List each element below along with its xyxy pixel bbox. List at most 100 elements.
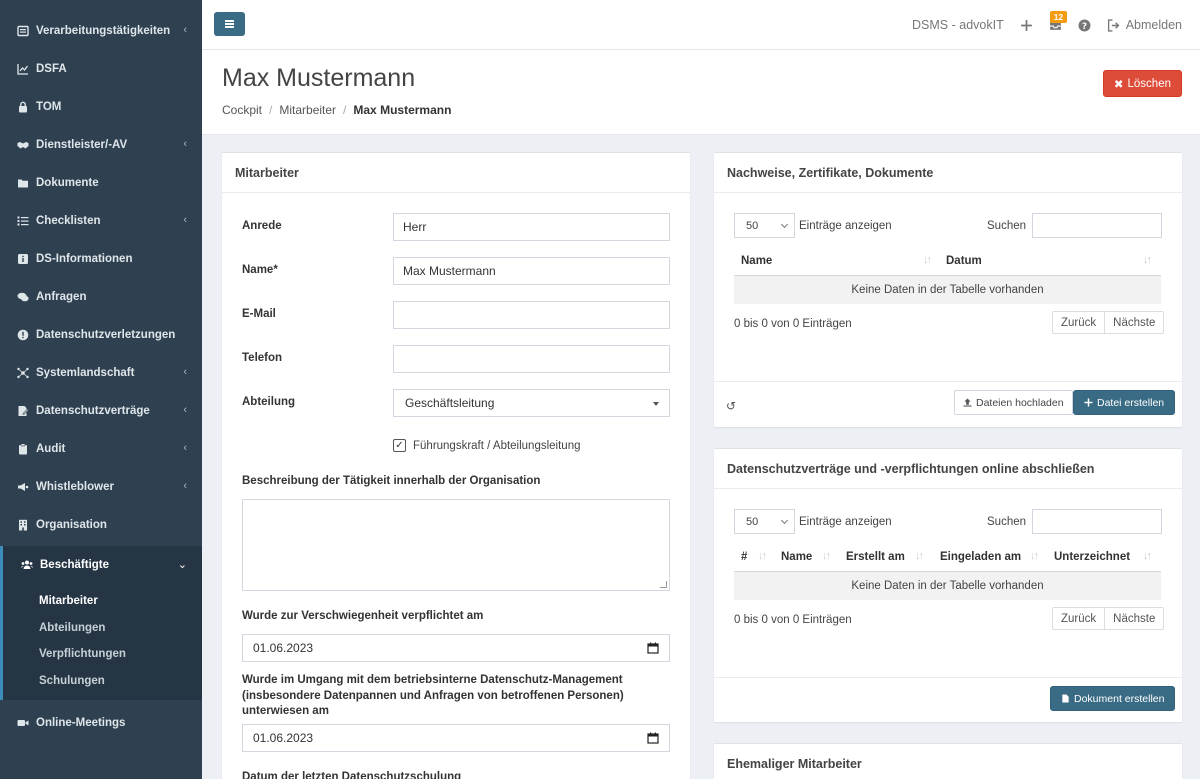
vertraege-table-header: # ↓↑ Name ↓↑ Erstellt am ↓↑ Eingeladen a…	[734, 542, 1161, 572]
nachweise-search-label: Suchen	[987, 219, 1027, 232]
employee-form-box: Mitarbeiter Anrede Herr Name* Max Muster…	[222, 152, 690, 779]
vertraege-info: 0 bis 0 von 0 Einträgen	[734, 614, 852, 626]
top-navbar-right: DSMS - advokIT 12 ? Abmelden	[912, 0, 1182, 50]
create-file-button[interactable]: Datei erstellen	[1073, 390, 1176, 415]
sidebar-subitem-abteilungen[interactable]: Abteilungen	[3, 615, 202, 642]
upload-files-button[interactable]: Dateien hochladen	[954, 390, 1073, 415]
sort-icon[interactable]: ↓↑	[1143, 550, 1152, 562]
sidebar-item-label: Checklisten	[36, 215, 101, 227]
column-header-name[interactable]: Name	[741, 255, 772, 267]
sidebar-item-tom[interactable]: TOM	[0, 88, 202, 126]
sort-icon[interactable]: ↓↑	[758, 550, 767, 562]
vertraege-length-control: 50 Einträge anzeigen	[734, 509, 892, 534]
sidebar-item-beschaeftigte[interactable]: Beschäftigte ⌄	[0, 546, 202, 584]
sidebar-item-datenschutzverletzungen[interactable]: Datenschutzverletzungen	[0, 316, 202, 354]
anrede-field[interactable]: Herr	[393, 213, 670, 241]
comments-icon	[16, 290, 30, 304]
pagination-prev-button[interactable]: Zurück	[1053, 312, 1104, 333]
unterwiesen-date-value: 01.06.2023	[253, 731, 314, 745]
sidebar-item-dsfa[interactable]: DSFA	[0, 50, 202, 88]
sidebar-item-dienstleister[interactable]: Dienstleister/-AV ‹	[0, 126, 202, 164]
sidebar-item-whistleblower[interactable]: Whistleblower ‹	[0, 468, 202, 506]
create-document-button[interactable]: Dokument erstellen	[1050, 686, 1176, 711]
org-switcher[interactable]: DSMS - advokIT	[912, 18, 1004, 32]
name-field[interactable]: Max Mustermann	[393, 257, 670, 285]
pagination-next-button[interactable]: Nächste	[1104, 608, 1163, 629]
logout-button[interactable]: Abmelden	[1107, 18, 1182, 32]
verschwiegenheit-date-field[interactable]: 01.06.2023	[242, 634, 670, 662]
question-circle-icon: ?	[1078, 19, 1091, 31]
calendar-icon[interactable]	[647, 642, 659, 654]
sidebar-item-label: Audit	[36, 443, 66, 455]
sidebar-subitem-verpflichtungen[interactable]: Verpflichtungen	[3, 641, 202, 668]
fuehrungskraft-checkbox[interactable]: ✓ Führungskraft / Abteilungsleitung	[393, 439, 581, 452]
schulung-label: Datum der letzten Datenschutzschulung	[242, 771, 462, 779]
delete-button[interactable]: ✖ Löschen	[1102, 70, 1182, 97]
vertraege-length-label: Einträge anzeigen	[799, 515, 892, 528]
column-header-erstellt[interactable]: Erstellt am	[846, 551, 905, 563]
resize-handle-icon[interactable]	[660, 581, 667, 588]
column-header-name[interactable]: Name	[781, 551, 812, 563]
list-icon	[16, 24, 30, 38]
vertraege-search: Suchen	[987, 509, 1163, 534]
users-icon	[20, 558, 34, 572]
sidebar-item-organisation[interactable]: Organisation	[0, 506, 202, 544]
chevron-down-icon: ⌄	[177, 559, 187, 571]
beschreibung-textarea[interactable]	[242, 499, 670, 591]
nachweise-search: Suchen	[987, 213, 1163, 238]
breadcrumb-item-mitarbeiter[interactable]: Mitarbeiter	[279, 103, 336, 117]
vertraege-search-label: Suchen	[987, 515, 1027, 528]
sidebar-item-anfragen[interactable]: Anfragen	[0, 278, 202, 316]
column-header-eingeladen[interactable]: Eingeladen am	[940, 551, 1021, 563]
file-icon	[1062, 694, 1069, 703]
sidebar-item-online-meetings[interactable]: Online-Meetings	[0, 704, 202, 742]
pagination-next-button[interactable]: Nächste	[1104, 312, 1163, 333]
vertraege-length-select[interactable]: 50	[734, 509, 795, 534]
column-header-number[interactable]: #	[741, 551, 747, 563]
sort-icon[interactable]: ↓↑	[822, 550, 831, 562]
abteilung-select[interactable]: Geschäftsleitung	[393, 389, 670, 417]
add-button[interactable]	[1020, 19, 1033, 32]
vertraege-title: Datenschutzverträge und -verpflichtungen…	[714, 449, 1182, 489]
unterwiesen-date-field[interactable]: 01.06.2023	[242, 724, 670, 752]
pagination-prev-button[interactable]: Zurück	[1053, 608, 1104, 629]
sidebar-item-label: Dienstleister/-AV	[36, 139, 128, 151]
history-icon[interactable]: ↺	[726, 399, 736, 413]
sort-icon[interactable]: ↓↑	[923, 254, 932, 266]
email-field[interactable]	[393, 301, 670, 329]
vertraege-search-input[interactable]	[1032, 509, 1163, 534]
nachweise-search-input[interactable]	[1032, 213, 1163, 238]
column-header-unterzeichnet[interactable]: Unterzeichnet	[1054, 551, 1130, 563]
sidebar-item-ds-informationen[interactable]: DS-Informationen	[0, 240, 202, 278]
sidebar-item-label: Dokumente	[36, 177, 99, 189]
ehemalig-title: Ehemaliger Mitarbeiter	[714, 744, 1182, 779]
page-header: Max Mustermann Cockpit / Mitarbeiter / M…	[202, 50, 1200, 135]
sort-icon[interactable]: ↓↑	[1030, 550, 1039, 562]
nachweise-length-label: Einträge anzeigen	[799, 219, 892, 232]
calendar-icon[interactable]	[647, 732, 659, 744]
telefon-field[interactable]	[393, 345, 670, 373]
ehemalig-box: Ehemaliger Mitarbeiter	[714, 743, 1182, 779]
sidebar-subitem-schulungen[interactable]: Schulungen	[3, 668, 202, 695]
notifications-button[interactable]: 12	[1049, 10, 1068, 32]
sidebar-item-verarbeitungstaetigkeiten[interactable]: Verarbeitungstätigkeiten ‹	[0, 12, 202, 50]
sidebar-item-audit[interactable]: Audit ‹	[0, 430, 202, 468]
chevron-left-icon: ‹	[183, 404, 187, 416]
sidebar-item-dokumente[interactable]: Dokumente	[0, 164, 202, 202]
sort-icon[interactable]: ↓↑	[1143, 254, 1152, 266]
abteilung-select-value: Geschäftsleitung	[405, 396, 495, 410]
sidebar-item-systemlandschaft[interactable]: Systemlandschaft ‹	[0, 354, 202, 392]
sidebar-subitem-mitarbeiter[interactable]: Mitarbeiter	[3, 588, 202, 615]
building-icon	[16, 518, 30, 532]
nachweise-table: Name ↓↑ Datum ↓↑ Keine Daten in der Tabe…	[734, 246, 1161, 304]
sidebar-item-datenschutzvertraege[interactable]: Datenschutzverträge ‹	[0, 392, 202, 430]
column-header-datum[interactable]: Datum	[946, 255, 982, 267]
sidebar-item-checklisten[interactable]: Checklisten ‹	[0, 202, 202, 240]
sidebar-item-label: Verarbeitungstätigkeiten	[36, 25, 171, 37]
nachweise-length-select[interactable]: 50	[734, 213, 795, 238]
breadcrumb-item-cockpit[interactable]: Cockpit	[222, 103, 262, 117]
anrede-label: Anrede	[242, 220, 282, 232]
sort-icon[interactable]: ↓↑	[915, 550, 924, 562]
help-button[interactable]: ?	[1078, 19, 1091, 32]
sidebar-toggle-button[interactable]	[214, 12, 245, 36]
